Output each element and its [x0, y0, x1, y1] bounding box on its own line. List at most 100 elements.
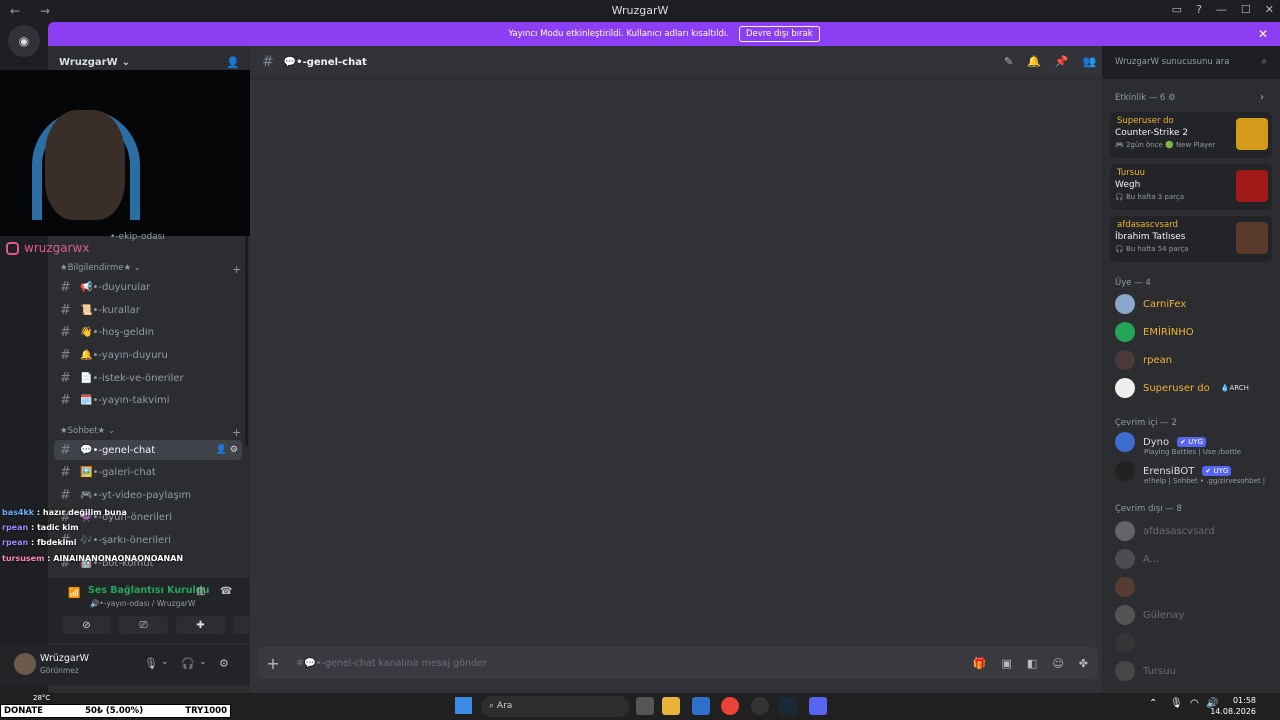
chevron-down-icon[interactable]: ⌄ — [161, 657, 169, 667]
member-item[interactable]: EMİRİNHO — [1115, 320, 1194, 344]
app-icon[interactable] — [751, 697, 769, 715]
maximize-button[interactable]: ☐ — [1241, 3, 1251, 16]
avatar — [1115, 549, 1135, 569]
task-view-icon[interactable] — [636, 697, 654, 715]
category-chat[interactable]: ★Sohbet★ ⌄ + — [60, 426, 241, 439]
settings-icon[interactable]: ⚙ — [219, 657, 229, 670]
outlook-icon[interactable] — [692, 697, 710, 715]
chevron-down-icon[interactable]: ⌄ — [199, 657, 207, 667]
add-channel-icon[interactable]: + — [232, 426, 241, 439]
close-icon[interactable]: ✕ — [1258, 27, 1268, 41]
apps-icon[interactable]: ✤ — [1079, 657, 1088, 670]
channel-item[interactable]: # 👋•-hoş-geldin — [54, 322, 242, 342]
partial-channel[interactable]: •-ekip-odası — [110, 232, 165, 242]
close-window-button[interactable]: ✕ — [1265, 3, 1274, 16]
gift-icon[interactable]: 🎁 — [973, 657, 987, 670]
activities-button[interactable]: ✚ — [176, 616, 225, 634]
chevron-right-icon[interactable]: › — [1260, 92, 1264, 103]
channel-label: 🗓️•-yayın-takvimi — [80, 394, 170, 406]
voice-channel[interactable]: 🔊•-yayın-odası / WruzgarW — [90, 599, 195, 608]
channel-item[interactable]: # 📢•-duyurular — [54, 277, 242, 297]
channel-label: 📜•-kurallar — [80, 304, 140, 316]
window-title: WruzgarW — [611, 4, 669, 17]
windows-start-icon[interactable] — [455, 697, 472, 714]
channel-settings-icons[interactable]: 👤 ⚙ — [216, 445, 238, 455]
voice-status[interactable]: Ses Bağlantısı Kuruldu — [88, 585, 209, 596]
inbox-icon[interactable]: ▭ — [1172, 3, 1182, 16]
microphone-icon[interactable]: 🎙 — [144, 657, 158, 670]
steam-icon[interactable] — [779, 697, 797, 715]
discord-taskbar-icon[interactable] — [809, 697, 827, 715]
member-item[interactable]: Superuser do 💧ARCH — [1115, 376, 1252, 400]
add-channel-icon[interactable]: + — [232, 263, 241, 276]
headphones-icon[interactable]: 🎧 — [181, 657, 195, 670]
member-item[interactable]: rpean — [1115, 348, 1172, 372]
mic-tray-icon[interactable]: 🎙 — [1170, 698, 1183, 709]
threads-icon[interactable]: ✎ — [1004, 55, 1013, 68]
discord-home-icon[interactable]: ◉ — [8, 25, 40, 57]
message-composer[interactable]: + #💬•-genel-chat kanalına mesaj gönder 🎁… — [258, 647, 1098, 679]
member-item[interactable]: CarniFex — [1115, 292, 1186, 316]
member-item[interactable]: A... — [1115, 547, 1159, 571]
avatar — [1115, 461, 1135, 481]
members-icon[interactable]: 👥 — [1083, 55, 1097, 68]
avatar[interactable] — [14, 653, 36, 675]
file-explorer-icon[interactable] — [662, 697, 680, 715]
member-item[interactable] — [1115, 575, 1143, 599]
message-input[interactable]: #💬•-genel-chat kanalına mesaj gönder — [296, 658, 487, 669]
channel-item[interactable]: # 🎶•-şarkı-önerileri — [54, 530, 242, 550]
activity-user: Tursuu — [1117, 168, 1145, 178]
channel-item[interactable]: # 📜•-kurallar — [54, 300, 242, 320]
chrome-icon[interactable] — [721, 697, 739, 715]
channel-item[interactable]: # 📄•-istek-ve-öneriler — [54, 368, 242, 388]
channel-item[interactable]: # 🎮•-yt-video-paylaşım — [54, 485, 242, 505]
pin-icon[interactable]: 📌 — [1055, 55, 1069, 68]
tray-chevron-icon[interactable]: ⌃ — [1149, 698, 1157, 709]
member-name: Dyno — [1143, 436, 1170, 448]
avatar — [1115, 378, 1135, 398]
help-icon[interactable]: ? — [1196, 3, 1202, 16]
activity-card[interactable]: afdasascvsard İbrahim Tatlıses 🎧 Bu haft… — [1110, 216, 1272, 262]
member-item[interactable]: afdasascvsard — [1115, 519, 1215, 543]
channel-item[interactable]: # 🔔•-yayın-duyuru — [54, 345, 242, 365]
sidebar-scrollbar[interactable] — [245, 236, 248, 446]
member-item[interactable] — [1115, 631, 1143, 655]
category-info[interactable]: ★Bilgilendirme★ ⌄ + — [60, 263, 241, 276]
instagram-icon — [6, 241, 19, 255]
username[interactable]: WrüzgarW — [40, 653, 89, 664]
search-input[interactable]: WruzgarW sunucusunu ara ⌕ — [1109, 53, 1273, 72]
channel-header: # 💬•-genel-chat — [250, 46, 1102, 79]
member-item[interactable]: Gülenay — [1115, 603, 1184, 627]
member-item[interactable]: ErensiBOT ✔ UYG e!help | Sohbet • .gg/zirv… — [1115, 459, 1265, 485]
activity-card[interactable]: Superuser do Counter-Strike 2 🎮 2gün önc… — [1110, 112, 1272, 158]
attach-plus-icon[interactable]: + — [258, 654, 288, 673]
chat-main: # 💬•-genel-chat + #💬•-genel-chat kanalın… — [250, 46, 1102, 693]
activity-header: Etkinlik — 6 ⚙ — [1115, 93, 1176, 103]
weather-widget[interactable]: 28°C — [33, 694, 50, 702]
overlay-chat-line: rpean : tadic kim — [2, 523, 79, 532]
emoji-icon[interactable]: ☺ — [1052, 657, 1063, 670]
camera-off-button[interactable]: ⊘ — [62, 616, 111, 634]
channel-item[interactable]: # 🗓️•-yayın-takvimi — [54, 390, 242, 410]
noise-suppression-icon[interactable]: ▥ — [196, 586, 205, 597]
invite-icon[interactable]: 👤 — [226, 56, 240, 69]
avatar — [1115, 605, 1135, 625]
wifi-icon[interactable]: ◠ — [1190, 698, 1199, 709]
screen-share-button[interactable]: ⎚ — [119, 616, 168, 634]
channel-item[interactable]: # 🖼️•-galeri-chat — [54, 462, 242, 482]
member-item[interactable]: Tursuu — [1115, 659, 1176, 683]
disconnect-icon[interactable]: ☎ — [220, 586, 232, 597]
channel-item-active[interactable]: # 💬•-genel-chat 👤 ⚙ — [54, 440, 242, 460]
member-name: A... — [1143, 553, 1160, 565]
activity-card[interactable]: Tursuu Wegh 🎧 Bu hafta 3 parça — [1110, 164, 1272, 210]
member-item[interactable]: Dyno ✔ UYG Playing Battles | Use /battle — [1115, 430, 1241, 456]
chat-user: rpean — [2, 523, 29, 532]
clock[interactable]: 01:58 14.08.2026 — [1210, 695, 1256, 717]
disable-streamer-mode-button[interactable]: Devre dışı bırak — [738, 26, 820, 42]
bell-icon[interactable]: 🔔 — [1027, 55, 1041, 68]
gif-icon[interactable]: ▣ — [1002, 657, 1012, 670]
sticker-icon[interactable]: ◧ — [1027, 657, 1037, 670]
minimize-button[interactable]: — — [1216, 3, 1227, 16]
taskbar-search[interactable]: ⌕ Ara — [481, 696, 629, 717]
banner-text: Yayıncı Modu etkinleştirildi. Kullanıcı … — [508, 29, 729, 39]
